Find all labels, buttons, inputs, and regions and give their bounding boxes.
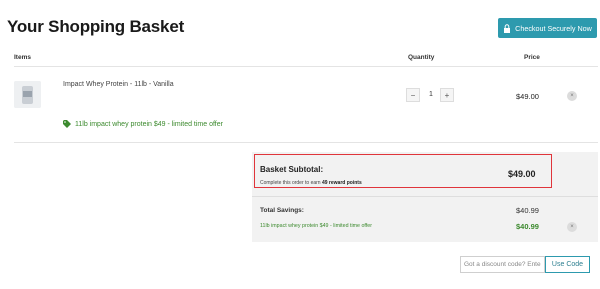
tag-icon — [63, 120, 71, 128]
subtotal-label: Basket Subtotal: — [260, 165, 324, 174]
offer-text: 11lb impact whey protein $49 - limited t… — [75, 120, 223, 128]
quantity-increase-button[interactable]: + — [440, 88, 454, 102]
column-header-items: Items — [14, 54, 31, 61]
discount-code-input[interactable] — [460, 256, 545, 273]
total-savings-value: $40.99 — [516, 206, 539, 215]
savings-offer-label: 11lb impact whey protein $49 - limited t… — [260, 223, 372, 229]
reward-points-prefix: Complete this order to earn — [260, 180, 322, 186]
use-code-button[interactable]: Use Code — [545, 256, 590, 273]
subtotal-value: $49.00 — [508, 169, 536, 179]
column-header-quantity: Quantity — [408, 54, 435, 61]
lock-icon — [504, 23, 511, 33]
reward-points-note: Complete this order to earn 49 reward po… — [260, 180, 362, 186]
offer-note: 11lb impact whey protein $49 - limited t… — [63, 120, 223, 128]
quantity-decrease-button[interactable]: − — [406, 88, 420, 102]
column-header-price: Price — [524, 54, 540, 61]
remove-item-button[interactable]: × — [567, 91, 577, 101]
header-divider — [14, 66, 598, 67]
items-divider — [14, 142, 598, 143]
quantity-value: 1 — [429, 91, 433, 98]
product-name[interactable]: Impact Whey Protein - 11lb - Vanilla — [63, 81, 174, 88]
savings-offer-value: $40.99 — [516, 222, 539, 231]
item-price: $49.00 — [516, 92, 539, 101]
summary-divider — [252, 196, 598, 197]
product-thumbnail[interactable] — [14, 81, 41, 108]
checkout-button-label: Checkout Securely Now — [515, 23, 592, 33]
reward-points-amount: 49 reward points — [321, 180, 362, 186]
remove-offer-button[interactable]: × — [567, 222, 577, 232]
total-savings-label: Total Savings: — [260, 207, 304, 214]
checkout-button[interactable]: Checkout Securely Now — [498, 18, 597, 38]
page-title: Your Shopping Basket — [7, 17, 185, 36]
